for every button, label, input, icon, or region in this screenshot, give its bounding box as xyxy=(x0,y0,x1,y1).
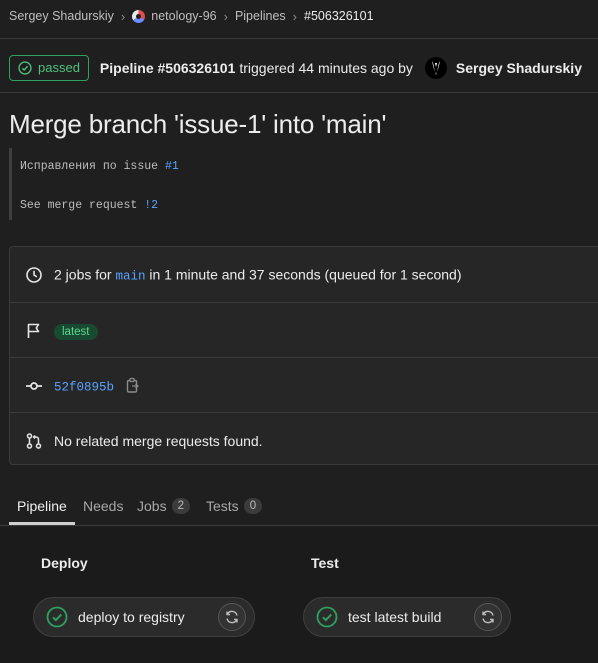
pipeline-id: Pipeline #506326101 xyxy=(99,59,236,76)
retry-icon xyxy=(226,610,238,624)
author-name[interactable]: Sergey Shadurskiy xyxy=(456,60,582,76)
merge-request-link[interactable]: !2 xyxy=(144,199,158,212)
check-circle-icon xyxy=(18,60,32,75)
chevron-right-icon: › xyxy=(223,8,228,24)
stage-title-test: Test xyxy=(311,555,339,571)
tags-row: latest xyxy=(10,302,598,358)
commit-description: Исправления по issue #1 See merge reques… xyxy=(9,148,260,220)
latest-badge: latest xyxy=(54,323,98,340)
commit-row: 52f0895b xyxy=(10,357,598,413)
avatar[interactable] xyxy=(424,56,447,79)
breadcrumb-current[interactable]: #506326101 xyxy=(304,9,374,23)
breadcrumb-project[interactable]: netology-96 xyxy=(151,9,216,23)
check-circle-icon xyxy=(316,606,338,628)
pipeline-info-panel: 2 jobs for main in 1 minute and 37 secon… xyxy=(9,246,598,465)
stage-title-deploy: Deploy xyxy=(41,555,88,571)
breadcrumb: Sergey Shadurskiy › netology-96 › Pipeli… xyxy=(9,8,374,24)
commit-sha[interactable]: 52f0895b xyxy=(54,380,114,394)
jobs-summary: 2 jobs for main in 1 minute and 37 secon… xyxy=(54,266,462,283)
job-deploy-to-registry[interactable]: deploy to registry xyxy=(33,597,255,637)
tab-pipeline[interactable]: Pipeline xyxy=(17,487,67,525)
breadcrumb-user[interactable]: Sergey Shadurskiy xyxy=(9,9,114,23)
chevron-right-icon: › xyxy=(120,8,126,24)
tests-count-badge: 0 xyxy=(243,498,263,514)
tab-jobs[interactable]: Jobs 2 xyxy=(137,487,190,525)
divider xyxy=(0,92,598,93)
description-line: See merge request xyxy=(20,199,145,212)
retry-icon xyxy=(482,610,494,624)
divider xyxy=(0,38,598,39)
commit-icon xyxy=(26,381,42,390)
description-line: Исправления по issue xyxy=(20,160,165,173)
job-name: deploy to registry xyxy=(78,609,185,625)
triggered-text: triggered 44 minutes ago by xyxy=(239,59,413,76)
breadcrumb-pipelines[interactable]: Pipelines xyxy=(235,9,286,23)
copy-icon[interactable] xyxy=(126,377,140,393)
merge-request-icon xyxy=(26,432,42,449)
job-name: test latest build xyxy=(348,609,442,625)
tab-tests[interactable]: Tests 0 xyxy=(206,487,263,525)
clock-icon xyxy=(26,266,42,283)
retry-button[interactable] xyxy=(218,603,246,631)
tab-needs[interactable]: Needs xyxy=(83,487,123,525)
status-label: passed xyxy=(38,60,80,75)
jobs-row: 2 jobs for main in 1 minute and 37 secon… xyxy=(10,247,598,302)
active-tab-indicator xyxy=(9,522,75,525)
chevron-right-icon: › xyxy=(292,8,298,24)
job-test-latest-build[interactable]: test latest build xyxy=(303,597,511,637)
project-icon xyxy=(132,9,146,23)
check-circle-icon xyxy=(46,606,68,628)
page-title: Merge branch 'issue-1' into 'main' xyxy=(9,109,387,139)
flag-icon xyxy=(27,323,40,338)
pipeline-graph: Deploy deploy to registry Test test late… xyxy=(0,527,598,663)
merge-requests-row: No related merge requests found. xyxy=(10,412,598,468)
branch-link[interactable]: main xyxy=(115,269,145,283)
pipeline-tabs: Pipeline Needs Jobs 2 Tests 0 xyxy=(0,487,598,526)
status-badge[interactable]: passed xyxy=(9,54,89,81)
issue-link[interactable]: #1 xyxy=(165,160,179,173)
pipeline-header: passed Pipeline #506326101 triggered 44 … xyxy=(9,54,582,81)
jobs-count-badge: 2 xyxy=(171,498,190,514)
retry-button[interactable] xyxy=(474,603,502,631)
merge-requests-text: No related merge requests found. xyxy=(54,432,263,449)
